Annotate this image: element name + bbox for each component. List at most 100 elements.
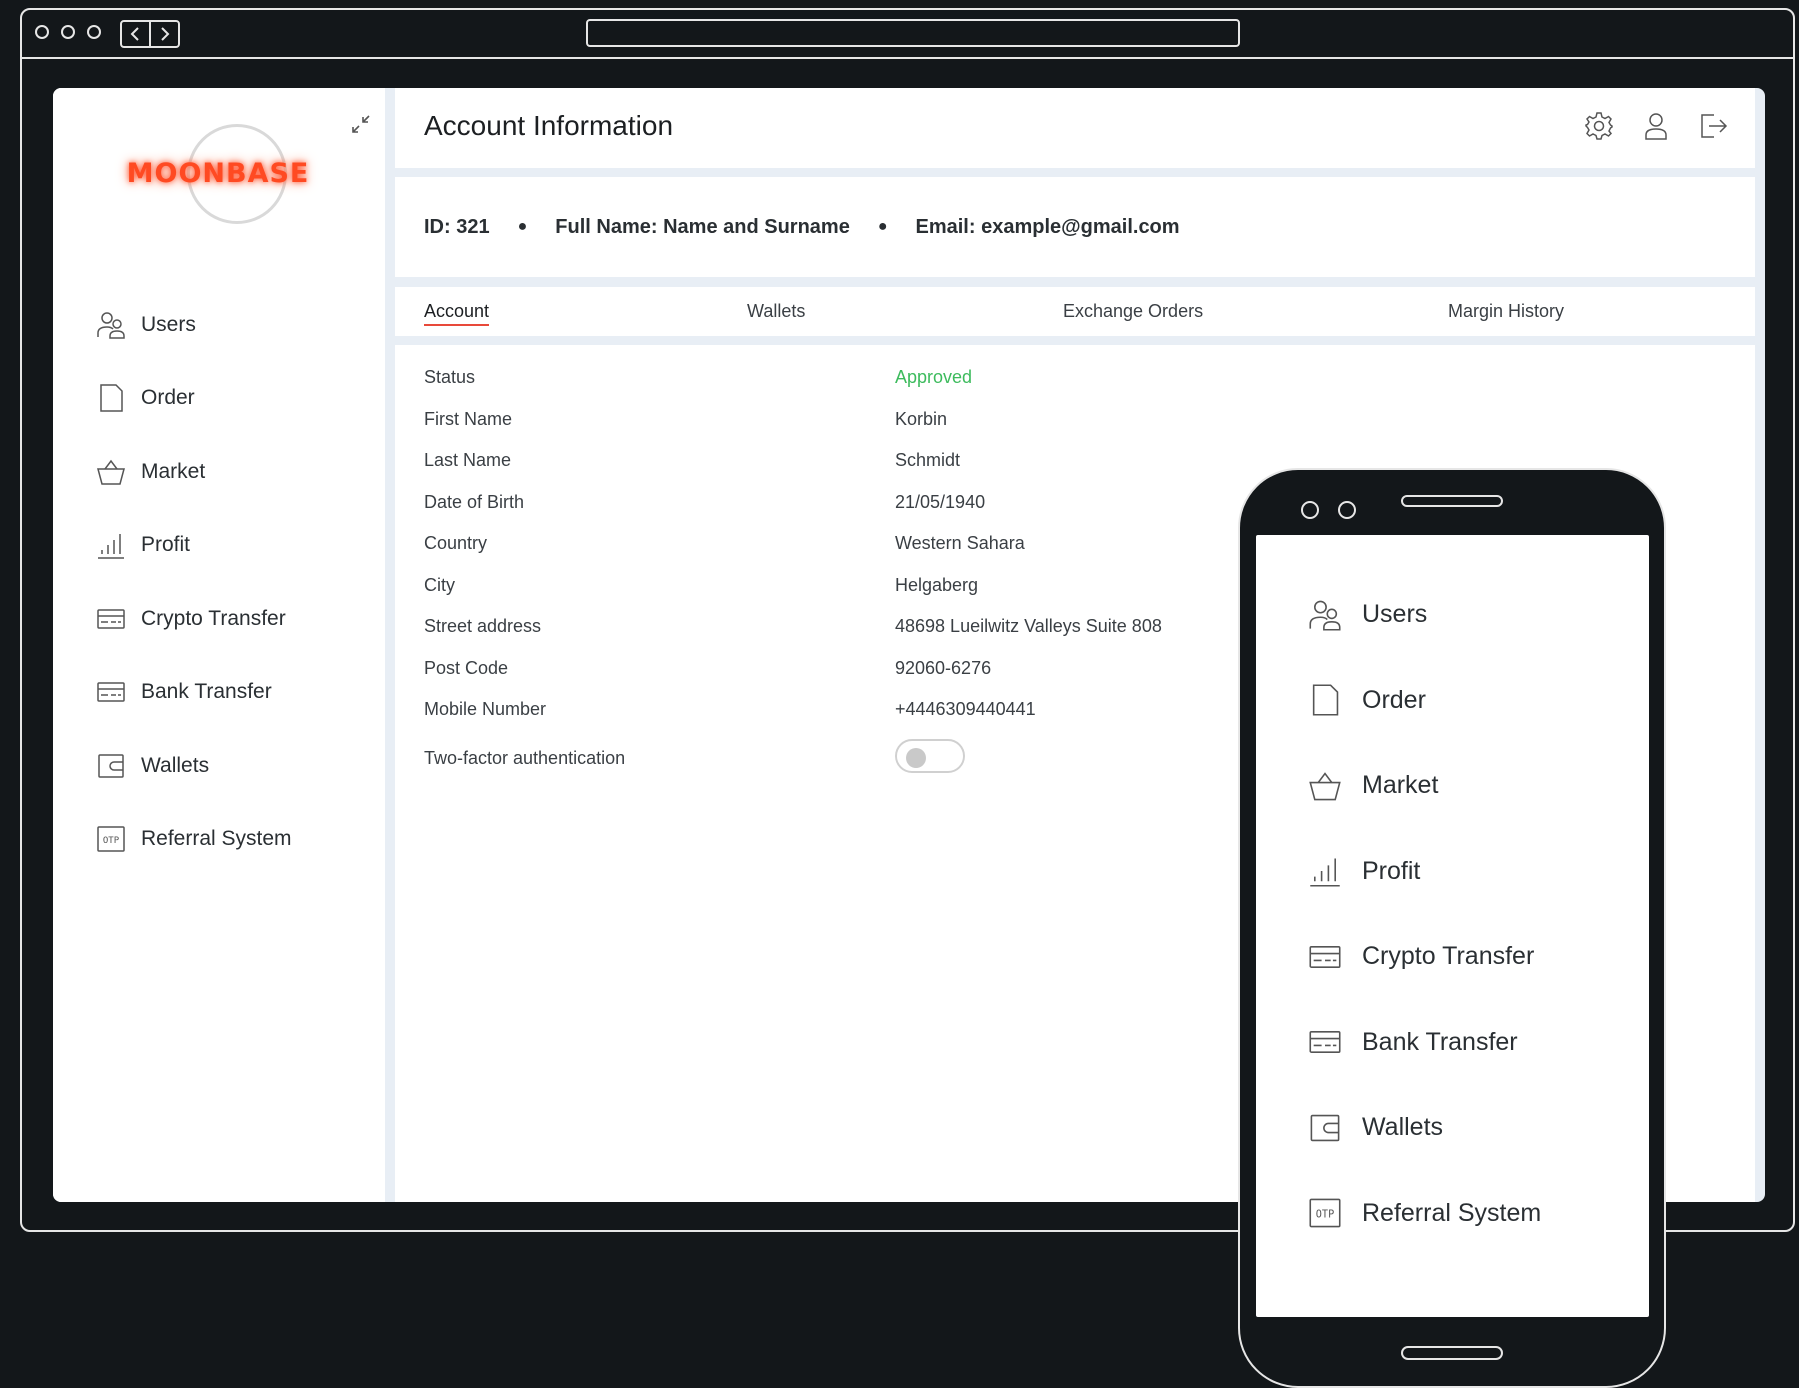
mobile-item-bank-transfer[interactable]: Bank Transfer <box>1308 1000 1541 1086</box>
sidebar-item-users[interactable]: Users <box>95 288 292 362</box>
tab-wallets[interactable]: Wallets <box>747 301 805 322</box>
account-summary: ID: 321 ● Full Name: Name and Surname ● … <box>395 177 1755 277</box>
svg-text:OTP: OTP <box>103 836 120 846</box>
field-value: Helgaberg <box>895 574 979 595</box>
sensor <box>1338 501 1356 519</box>
field-label: Country <box>424 533 488 553</box>
field-label: Two-factor authentication <box>424 748 626 768</box>
status-value: Approved <box>895 367 973 387</box>
sidebar-nav: Users Order Market Profit Crypto Transfe… <box>95 288 292 876</box>
mobile-item-label: Order <box>1362 685 1426 714</box>
full-name-value: Name and Surname <box>663 215 850 238</box>
mobile-nav: Users Order Market Profit Crypto Transfe… <box>1308 572 1541 1256</box>
back-icon[interactable] <box>128 26 144 42</box>
logo-text: MOONBASE <box>126 158 310 189</box>
address-bar[interactable] <box>586 19 1240 47</box>
field-label: First Name <box>424 408 513 429</box>
mobile-item-label: Profit <box>1362 856 1421 885</box>
phone-screen: Users Order Market Profit Crypto Transfe… <box>1256 535 1649 1317</box>
email-value: example@gmail.com <box>981 215 1180 238</box>
basket-icon <box>95 456 127 488</box>
wallet-icon <box>95 750 127 782</box>
gear-icon[interactable] <box>1583 110 1615 142</box>
mobile-item-label: Users <box>1362 600 1428 629</box>
collapse-icon[interactable] <box>347 110 375 143</box>
sidebar-item-label: Profit <box>141 533 191 557</box>
wallet-icon <box>1308 1111 1342 1145</box>
sidebar-item-profit[interactable]: Profit <box>95 509 292 583</box>
field-value: 21/05/1940 <box>895 491 986 512</box>
tab-exchange-orders[interactable]: Exchange Orders <box>1063 301 1203 322</box>
sidebar: MOONBASE Users Order Market Profit Crypt… <box>53 88 385 1202</box>
window-minimize-dot[interactable] <box>61 25 75 39</box>
sidebar-item-market[interactable]: Market <box>95 435 292 509</box>
logo: MOONBASE <box>123 120 308 230</box>
field-value: +4446309440441 <box>895 699 1036 719</box>
basket-icon <box>1308 769 1342 803</box>
mobile-item-label: Crypto Transfer <box>1362 942 1535 971</box>
tab-account[interactable]: Account <box>424 301 490 326</box>
toggle-knob <box>906 748 926 768</box>
sidebar-item-crypto-transfer[interactable]: Crypto Transfer <box>95 582 292 656</box>
field-label: Date of Birth <box>424 491 525 512</box>
id-label: ID: <box>424 215 451 238</box>
forward-icon[interactable] <box>156 26 172 42</box>
tab-margin-history[interactable]: Margin History <box>1448 301 1564 322</box>
two-factor-toggle[interactable] <box>895 739 965 773</box>
separator: ● <box>517 218 528 235</box>
mobile-item-label: Bank Transfer <box>1362 1027 1518 1056</box>
users-icon <box>1308 598 1342 632</box>
home-button[interactable] <box>1401 1346 1503 1360</box>
browser-toolbar <box>22 10 1793 59</box>
full-name-label: Full Name: <box>555 215 658 238</box>
sidebar-item-wallets[interactable]: Wallets <box>95 729 292 803</box>
mobile-item-users[interactable]: Users <box>1308 572 1541 658</box>
sidebar-item-referral-system[interactable]: OTP Referral System <box>95 803 292 877</box>
id-value: 321 <box>456 215 490 238</box>
sidebar-item-label: Bank Transfer <box>141 680 272 704</box>
field-value: 92060-6276 <box>895 657 992 678</box>
user-icon[interactable] <box>1640 110 1672 142</box>
page-header: Account Information <box>395 88 1755 168</box>
field-value: Western Sahara <box>895 533 1025 553</box>
tab-bar: Account Wallets Exchange Orders Margin H… <box>395 287 1755 336</box>
otp-icon: OTP <box>95 823 127 855</box>
field-value: Korbin <box>895 408 948 429</box>
logout-icon[interactable] <box>1697 110 1729 142</box>
sidebar-item-bank-transfer[interactable]: Bank Transfer <box>95 656 292 730</box>
window-close-dot[interactable] <box>35 25 49 39</box>
window-maximize-dot[interactable] <box>87 25 101 39</box>
mobile-item-wallets[interactable]: Wallets <box>1308 1085 1541 1171</box>
sidebar-item-order[interactable]: Order <box>95 362 292 436</box>
field-value: Schmidt <box>895 450 961 470</box>
svg-text:OTP: OTP <box>1316 1210 1334 1221</box>
field-label: Last Name <box>424 450 512 470</box>
mobile-item-market[interactable]: Market <box>1308 743 1541 829</box>
mobile-item-order[interactable]: Order <box>1308 658 1541 744</box>
otp-icon: OTP <box>1308 1196 1342 1230</box>
card-icon <box>95 676 127 708</box>
card-icon <box>95 603 127 635</box>
mobile-item-profit[interactable]: Profit <box>1308 829 1541 915</box>
users-icon <box>95 309 127 341</box>
speaker <box>1401 495 1503 507</box>
document-icon <box>95 382 127 414</box>
email-label: Email: <box>915 215 976 238</box>
sidebar-item-label: Wallets <box>141 753 210 777</box>
bar-chart-icon <box>95 529 127 561</box>
field-label: Status <box>424 367 476 387</box>
mobile-item-crypto-transfer[interactable]: Crypto Transfer <box>1308 914 1541 1000</box>
front-camera <box>1301 501 1319 519</box>
sidebar-item-label: Crypto Transfer <box>141 606 286 630</box>
field-label: Street address <box>424 616 542 636</box>
phone-mockup: Users Order Market Profit Crypto Transfe… <box>1238 468 1666 1388</box>
mobile-item-referral-system[interactable]: OTP Referral System <box>1308 1171 1541 1257</box>
header-actions <box>1583 110 1729 142</box>
separator: ● <box>877 218 888 235</box>
sidebar-item-label: Market <box>141 459 206 483</box>
history-nav <box>120 20 180 48</box>
sidebar-item-label: Order <box>141 386 195 410</box>
card-icon <box>1308 940 1342 974</box>
field-label: City <box>424 574 455 595</box>
sidebar-item-label: Users <box>141 312 196 336</box>
